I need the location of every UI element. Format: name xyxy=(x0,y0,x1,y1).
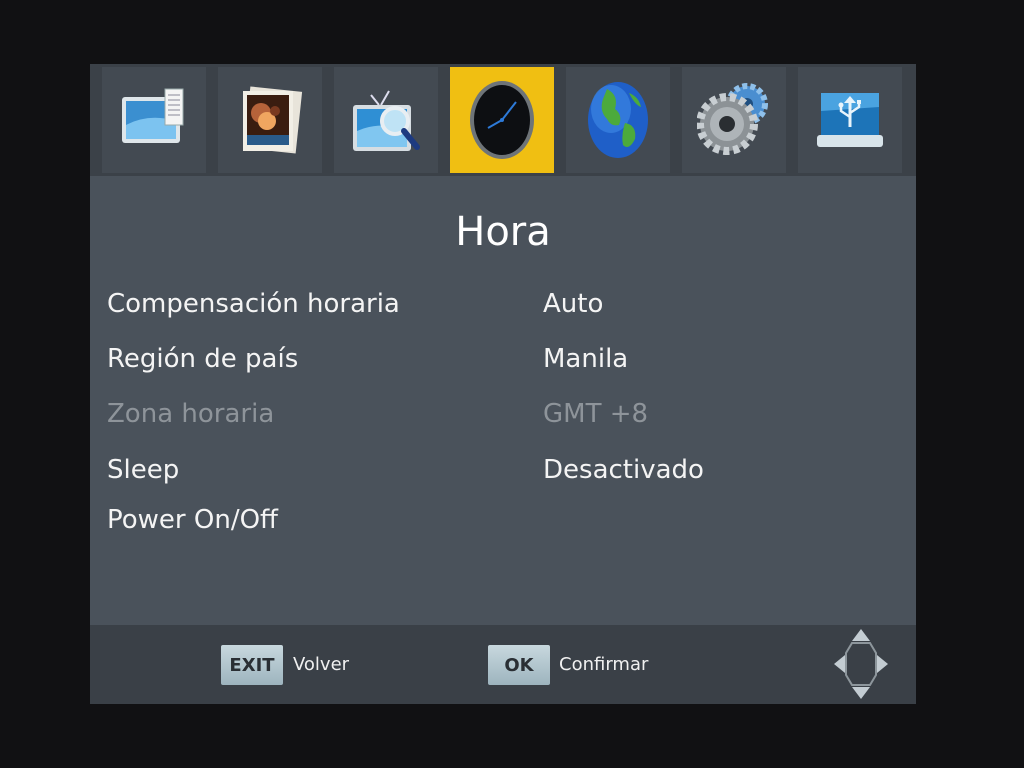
setting-sleep-label[interactable]: Sleep xyxy=(107,455,179,485)
setting-country-region-value[interactable]: Manila xyxy=(543,344,628,374)
gears-icon xyxy=(697,83,768,155)
tab-usb[interactable] xyxy=(798,67,902,173)
footer-bar: EXIT Volver OK Confirmar xyxy=(90,625,916,704)
tab-bar xyxy=(90,64,916,176)
tab-picture[interactable] xyxy=(102,67,206,173)
usb-icon xyxy=(817,93,883,147)
menu-panel: Hora Compensación horaria Auto Región de… xyxy=(90,64,916,704)
setting-power-on-off-label[interactable]: Power On/Off xyxy=(107,505,278,535)
image-settings-icon xyxy=(243,86,303,154)
tab-system[interactable] xyxy=(682,67,786,173)
clock-icon xyxy=(470,81,534,159)
globe-icon xyxy=(588,82,648,158)
exit-button[interactable]: EXIT xyxy=(221,645,283,685)
ok-button[interactable]: OK xyxy=(488,645,550,685)
setting-time-zone-label: Zona horaria xyxy=(107,399,275,429)
tab-channel[interactable] xyxy=(334,67,438,173)
tab-image[interactable] xyxy=(218,67,322,173)
tab-language[interactable] xyxy=(566,67,670,173)
setting-sleep-value[interactable]: Desactivado xyxy=(543,455,704,485)
channel-search-icon xyxy=(353,90,420,151)
setting-time-offset-label[interactable]: Compensación horaria xyxy=(107,289,400,319)
picture-icon xyxy=(122,88,184,143)
ok-hint-label: Confirmar xyxy=(559,654,649,675)
tab-time[interactable] xyxy=(450,67,554,173)
page-title: Hora xyxy=(455,209,551,255)
setting-time-zone-value: GMT +8 xyxy=(543,399,649,429)
setting-country-region-label[interactable]: Región de país xyxy=(107,344,298,374)
dpad-navigation-icon xyxy=(834,629,888,699)
exit-hint-label: Volver xyxy=(293,654,350,675)
setting-time-offset-value[interactable]: Auto xyxy=(543,289,603,319)
